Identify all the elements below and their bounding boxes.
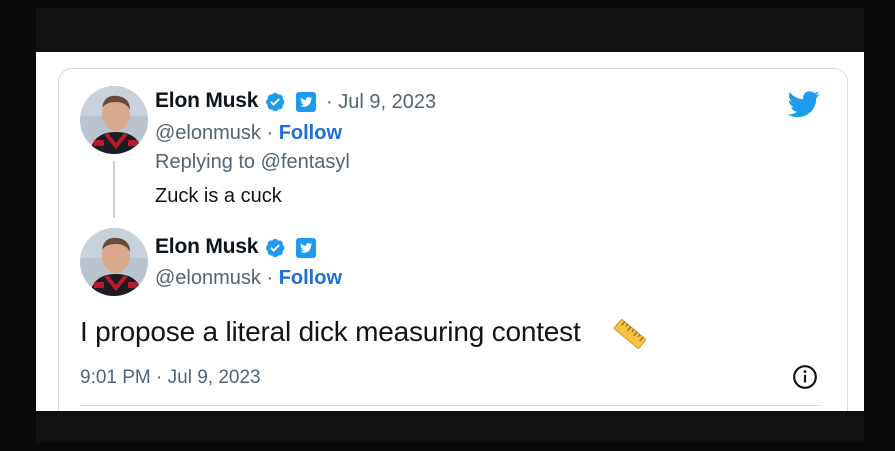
reply-tweet-text: Zuck is a cuck [155, 185, 282, 207]
twitter-square-icon [296, 92, 316, 112]
follow-button[interactable]: Follow [279, 267, 342, 289]
avatar[interactable] [80, 86, 148, 154]
twitter-bird-icon[interactable] [786, 88, 822, 120]
main-tweet-text: I propose a literal dick measuring conte… [80, 316, 581, 347]
reply-author-name[interactable]: Elon Musk [155, 89, 258, 113]
verified-badge-icon [266, 92, 285, 112]
handle-separator: · [260, 122, 279, 144]
main-handle-row: @elonmusk · Follow [155, 267, 342, 290]
ruler-icon [613, 319, 647, 349]
avatar[interactable] [80, 228, 148, 296]
twitter-square-icon [296, 238, 316, 258]
thread-connector-line [113, 161, 115, 218]
replying-to-label[interactable]: Replying to @fentasyl [155, 151, 350, 174]
tweet-timestamp[interactable]: 9:01 PM · Jul 9, 2023 [80, 367, 261, 389]
verified-badge-icon [266, 238, 285, 258]
info-icon[interactable] [792, 364, 818, 390]
handle-separator: · [260, 267, 279, 289]
main-handle[interactable]: @elonmusk [155, 267, 261, 289]
main-author-name[interactable]: Elon Musk [155, 235, 258, 259]
bottom-border [36, 411, 864, 442]
divider [80, 405, 822, 406]
follow-button[interactable]: Follow [279, 122, 342, 144]
reply-handle[interactable]: @elonmusk [155, 122, 261, 144]
reply-tweet-date[interactable]: · Jul 9, 2023 [326, 91, 436, 114]
reply-handle-row: @elonmusk · Follow [155, 122, 342, 145]
